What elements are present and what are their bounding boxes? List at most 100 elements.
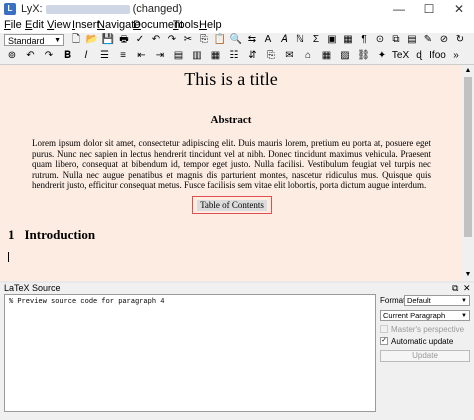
menu-insert[interactable]: Insert [72, 19, 100, 31]
save-icon[interactable]: 💾 [102, 34, 114, 46]
italic-icon[interactable]: 𝐼 [80, 50, 92, 62]
find-icon[interactable]: 🔍 [230, 34, 242, 46]
table2-icon[interactable]: ▦ [321, 50, 333, 62]
cross-ref-icon[interactable]: ⊙ [374, 34, 386, 46]
bold-icon[interactable]: 𝐁 [62, 50, 74, 62]
ifoo-icon[interactable]: Ifoo [429, 50, 446, 62]
binoculars-icon[interactable]: ⊚ [6, 50, 18, 62]
figure-icon[interactable]: ▣ [326, 34, 338, 46]
window-title-status: (changed) [132, 3, 183, 15]
menu-tools[interactable]: Tools [173, 19, 199, 31]
check-icon[interactable]: ✓ [134, 34, 146, 46]
latex-source-dock-title: LaTeX Source ⧉ ✕ [0, 283, 474, 294]
scroll-down-arrow-icon[interactable]: ▼ [462, 269, 474, 281]
text-cursor [8, 252, 9, 262]
citation-icon[interactable]: ⧉ [390, 34, 402, 46]
latex-source-options: Format: Default ▼ Current Paragraph ▼ Ma… [380, 294, 472, 412]
toggle-icon[interactable]: ⇵ [247, 50, 259, 62]
menu-view[interactable]: View [47, 19, 71, 31]
masters-perspective-checkbox[interactable] [380, 325, 388, 333]
masters-perspective-label: Master's perspective [391, 325, 465, 334]
close-button[interactable]: ✕ [444, 0, 474, 18]
image-icon[interactable]: ▨ [339, 50, 351, 62]
section-heading: 1 Introduction [8, 227, 95, 243]
index-icon[interactable]: ▤ [406, 34, 418, 46]
automatic-update-checkbox[interactable]: ✓ [380, 337, 388, 345]
tag-icon[interactable]: ⌂ [302, 50, 314, 62]
cut-icon[interactable]: ✂ [182, 34, 194, 46]
enum-icon[interactable]: ≡ [117, 50, 129, 62]
emphasis-icon[interactable]: 𝐴 [278, 34, 290, 46]
scrollbar-thumb[interactable] [464, 77, 472, 237]
document-path-redacted [45, 4, 130, 14]
depth-inc-icon[interactable]: ⇥ [154, 50, 166, 62]
section-title: Introduction [24, 227, 96, 242]
toc-inset-highlight[interactable]: Table of Contents [192, 196, 272, 214]
menu-bar: File Edit View Insert Navigate Document … [0, 18, 474, 33]
depth-dec-icon[interactable]: ⇤ [136, 50, 148, 62]
format-value: Default [407, 296, 431, 305]
tex-icon[interactable]: TeX [392, 50, 409, 62]
scope-value: Current Paragraph [383, 311, 446, 320]
update-button[interactable]: Update [380, 350, 470, 362]
chevron-down-icon: ▼ [461, 313, 467, 319]
paragraph-style-value: Standard [8, 36, 45, 46]
outline-icon[interactable]: ☷ [228, 50, 240, 62]
title-bar: L LyX: (changed) — ☐ ✕ [0, 0, 474, 19]
latex-source-view[interactable]: % Preview source code for paragraph 4 [4, 294, 376, 412]
open-icon[interactable]: 📂 [86, 34, 98, 46]
align-right-icon[interactable]: ▥ [191, 50, 203, 62]
update-icon[interactable]: ↻ [454, 34, 466, 46]
link-icon[interactable]: ⛓ [357, 50, 370, 62]
scope-select[interactable]: Current Paragraph ▼ [380, 310, 470, 321]
spellcheck-icon[interactable]: ✎ [422, 34, 434, 46]
note-icon[interactable]: ✉ [284, 50, 296, 62]
new-doc-icon[interactable]: 🗋 [70, 34, 82, 46]
menu-edit[interactable]: Edit [25, 19, 44, 31]
view-pdf-icon[interactable]: ⊘ [438, 34, 450, 46]
abstract-text: Lorem ipsum dolor sit amet, consectetur … [32, 138, 431, 191]
editor-scrollbar[interactable]: ▲ ▼ [462, 65, 474, 281]
toc-inset[interactable]: Table of Contents [197, 200, 267, 211]
find-replace-icon[interactable]: ⇆ [246, 34, 258, 46]
abstract-heading: Abstract [210, 114, 252, 126]
maximize-button[interactable]: ☐ [414, 0, 444, 18]
more-icon[interactable]: » [450, 50, 462, 62]
window-title: LyX: (changed) [21, 3, 182, 15]
paste-icon[interactable]: 📋 [214, 34, 226, 46]
undo2-icon[interactable]: ↶ [25, 50, 37, 62]
menu-file[interactable]: File [4, 19, 22, 31]
dvi-icon[interactable]: ɖ [413, 50, 425, 62]
format-select[interactable]: Default ▼ [404, 295, 470, 306]
window-title-app: LyX: [21, 3, 43, 15]
document-editor[interactable]: This is a title Abstract Lorem ipsum dol… [0, 65, 462, 281]
menu-help[interactable]: Help [199, 19, 222, 31]
paste2-icon[interactable]: ⎘ [265, 50, 277, 62]
align-center-icon[interactable]: ▦ [210, 50, 222, 62]
print-icon[interactable]: 🖶 [118, 34, 130, 46]
float-dock-icon[interactable]: ⧉ [452, 283, 458, 294]
lyx-app-icon: L [4, 3, 16, 15]
list-icon[interactable]: ☰ [99, 50, 111, 62]
chevron-down-icon: ▼ [461, 298, 467, 304]
text-style-icon[interactable]: A [262, 34, 274, 46]
noun-icon[interactable]: ℕ [294, 34, 306, 46]
section-number: 1 [8, 227, 15, 242]
minimize-button[interactable]: — [384, 0, 414, 18]
copy-icon[interactable]: ⎘ [198, 34, 210, 46]
redo2-icon[interactable]: ↷ [43, 50, 55, 62]
dock-title-label: LaTeX Source [4, 283, 61, 293]
align-left-icon[interactable]: ▤ [173, 50, 185, 62]
paragraph-style-select[interactable]: Standard ▼ [4, 34, 64, 46]
redo-icon[interactable]: ↷ [166, 34, 178, 46]
label-icon[interactable]: ¶ [358, 34, 370, 46]
automatic-update-label: Automatic update [391, 337, 454, 346]
math-icon[interactable]: Σ [310, 34, 322, 46]
chevron-down-icon: ▼ [54, 37, 61, 44]
document-title: This is a title [184, 69, 278, 89]
table-icon[interactable]: ▦ [342, 34, 354, 46]
undo-icon[interactable]: ↶ [150, 34, 162, 46]
close-dock-icon[interactable]: ✕ [463, 283, 471, 294]
scroll-up-arrow-icon[interactable]: ▲ [462, 65, 474, 77]
texstudio-icon[interactable]: ✦ [376, 50, 388, 62]
